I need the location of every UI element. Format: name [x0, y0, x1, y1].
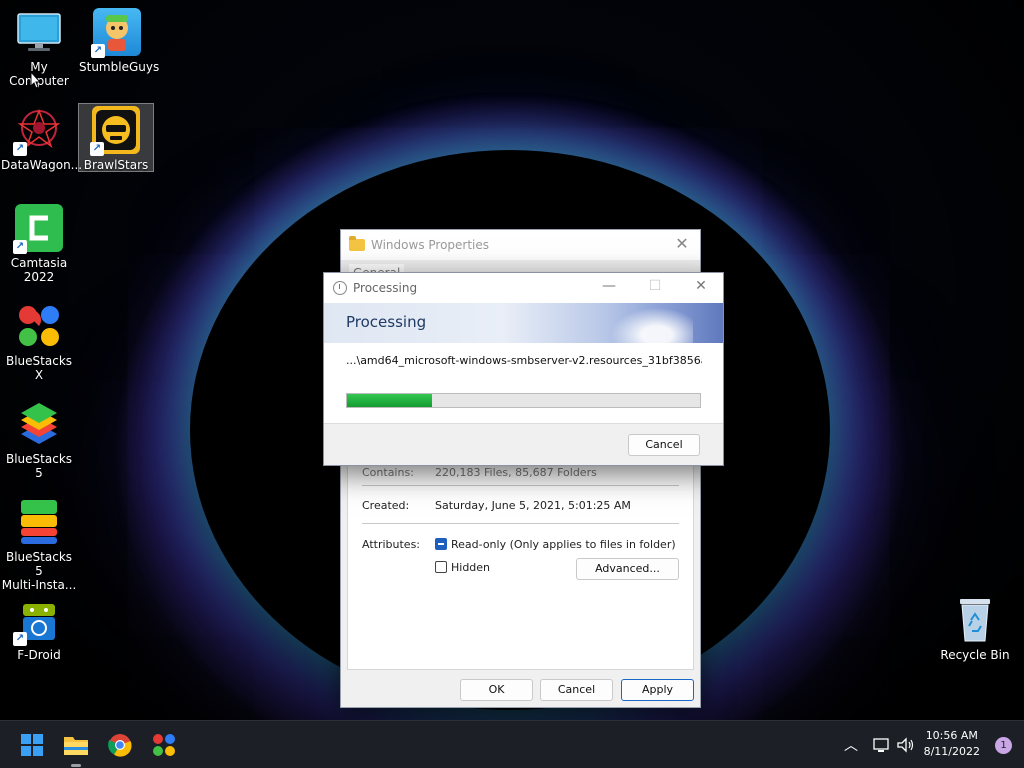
contains-value: 220,183 Files, 85,687 Folders — [435, 466, 597, 479]
desktop-icon-fdroid[interactable]: ↗ F-Droid — [1, 596, 77, 662]
desktop-icon-label: BlueStacks 5 — [5, 452, 73, 480]
fdroid-icon: ↗ — [13, 596, 63, 646]
minimize-icon[interactable]: — — [597, 278, 621, 294]
attributes-label: Attributes: — [362, 538, 421, 551]
desktop-icon-label: BrawlStars — [83, 158, 149, 172]
desktop-icon-label: F-Droid — [17, 648, 61, 662]
desktop-icon-label: Recycle Bin — [940, 648, 1010, 662]
desktop-icon-label-line1: Camtasia — [10, 256, 68, 270]
desktop-icon-label-line1: BlueStacks 5 — [5, 550, 73, 578]
desktop-icon-datawagon[interactable]: ↗ DataWagon... — [1, 106, 83, 172]
clock-date: 8/11/2022 — [923, 745, 980, 758]
desktop-icon-recycle-bin[interactable]: Recycle Bin — [937, 596, 1013, 662]
desktop-icon-label: BlueStacks X — [5, 354, 73, 382]
file-explorer-icon — [64, 737, 88, 755]
properties-title: Windows Properties — [371, 238, 490, 252]
brawlstars-icon: ↗ — [90, 106, 140, 156]
readonly-label: Read-only (Only applies to files in fold… — [451, 538, 676, 551]
bluestacks-x-icon — [153, 734, 175, 756]
desktop-icon-camtasia[interactable]: ↗ Camtasia 2022 — [1, 204, 77, 284]
created-label: Created: — [362, 499, 410, 512]
volume-icon[interactable] — [896, 736, 916, 754]
taskbar-file-explorer[interactable] — [60, 729, 92, 767]
recycle-bin-icon — [951, 596, 999, 644]
monitor-icon — [15, 8, 63, 56]
desktop-icon-bluestacks-5[interactable]: BlueStacks 5 — [1, 400, 77, 480]
desktop-icon-brawlstars[interactable]: ↗ BrawlStars — [78, 103, 154, 172]
contains-label: Contains: — [362, 466, 414, 479]
ok-button[interactable]: OK — [460, 679, 533, 701]
processing-banner: Processing — [324, 303, 723, 343]
processing-body: ...\amd64_microsoft-windows-smbserver-v2… — [324, 343, 723, 423]
created-value: Saturday, June 5, 2021, 5:01:25 AM — [435, 499, 631, 512]
shortcut-arrow-icon: ↗ — [91, 44, 105, 58]
maximize-icon: ☐ — [648, 278, 662, 294]
folder-icon — [349, 236, 365, 251]
progress-fill — [347, 394, 432, 407]
processing-titlebar[interactable]: Processing — ☐ ✕ — [324, 273, 723, 303]
taskbar-bluestacks-x[interactable] — [148, 729, 180, 761]
close-icon[interactable]: ✕ — [689, 278, 713, 294]
start-button[interactable] — [16, 729, 48, 761]
processing-dialog[interactable]: Processing — ☐ ✕ Processing ...\amd64_mi… — [323, 272, 724, 466]
readonly-checkbox-row[interactable]: Read-only (Only applies to files in fold… — [435, 538, 676, 551]
banner-swoosh — [603, 303, 693, 343]
notification-badge[interactable]: 1 — [995, 737, 1012, 754]
desktop-icon-bluestacks-x[interactable]: BlueStacks X — [1, 302, 77, 382]
mouse-cursor-icon — [30, 71, 42, 89]
desktop-icon-label-line2: 2022 — [23, 270, 55, 284]
processing-heading: Processing — [346, 313, 427, 331]
shortcut-arrow-icon: ↗ — [90, 142, 104, 156]
hidden-label: Hidden — [451, 561, 491, 574]
apply-button[interactable]: Apply — [621, 679, 694, 701]
hidden-checkbox-row[interactable]: Hidden — [435, 561, 490, 574]
progress-bar — [346, 393, 701, 408]
taskbar: ︿ 10:56 AM 8/11/2022 1 — [0, 720, 1024, 768]
divider — [362, 485, 679, 486]
bluestacks-x-icon — [15, 302, 63, 350]
clock-time: 10:56 AM — [925, 729, 978, 742]
close-icon[interactable]: ✕ — [672, 234, 692, 253]
shortcut-arrow-icon: ↗ — [13, 632, 27, 646]
camtasia-icon: ↗ — [13, 204, 63, 254]
shortcut-arrow-icon: ↗ — [13, 240, 27, 254]
cancel-button[interactable]: Cancel — [540, 679, 613, 701]
processing-cancel-button[interactable]: Cancel — [628, 434, 700, 456]
bluestacks-5-icon — [15, 400, 63, 448]
desktop-icon-label: DataWagon... — [1, 158, 83, 172]
show-hidden-icons[interactable]: ︿ — [844, 735, 858, 768]
clock-icon — [333, 281, 347, 295]
advanced-button[interactable]: Advanced... — [576, 558, 679, 580]
bluestacks-multi-icon — [15, 498, 63, 546]
taskbar-clock[interactable]: 10:56 AM 8/11/2022 — [924, 728, 980, 760]
hidden-checkbox[interactable] — [435, 561, 447, 573]
current-file-path: ...\amd64_microsoft-windows-smbserver-v2… — [346, 354, 702, 367]
desktop-icon-bluestacks-multi[interactable]: BlueStacks 5 Multi-Insta... — [1, 498, 77, 592]
readonly-checkbox[interactable] — [435, 538, 447, 550]
properties-titlebar[interactable]: Windows Properties ✕ — [341, 230, 700, 260]
desktop-icon-label: StumbleGuys — [79, 60, 160, 74]
datawagon-icon: ↗ — [13, 106, 63, 156]
taskbar-chrome[interactable] — [104, 729, 136, 761]
processing-footer: Cancel — [324, 423, 723, 465]
desktop-icon-stumbleguys[interactable]: ↗ StumbleGuys — [79, 8, 160, 74]
network-icon[interactable] — [872, 736, 890, 754]
shortcut-arrow-icon: ↗ — [13, 142, 27, 156]
stumbleguys-icon: ↗ — [91, 8, 141, 58]
active-indicator — [71, 764, 81, 767]
desktop-icon-label-line2: Multi-Insta... — [1, 578, 77, 592]
processing-title: Processing — [353, 281, 418, 295]
chrome-icon — [108, 734, 132, 757]
start-icon — [21, 734, 43, 756]
divider — [362, 523, 679, 524]
